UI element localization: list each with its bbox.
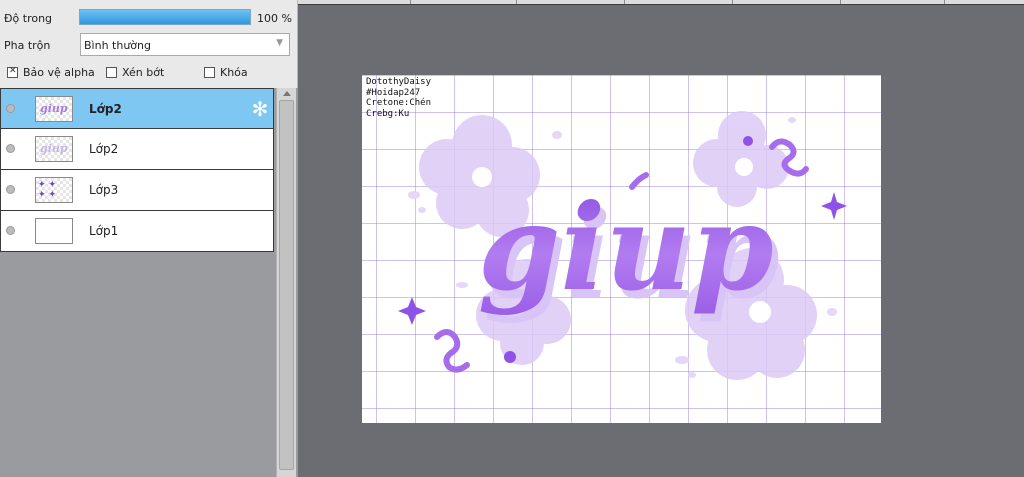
layer-row[interactable]: giup Lớp2 ✻ <box>0 88 274 129</box>
layer-thumbnail: ✦✦ ✦✦ <box>35 177 73 203</box>
eye-dot-icon[interactable] <box>6 104 15 113</box>
layer-scrollbar[interactable] <box>276 88 296 477</box>
drawing-canvas[interactable]: giup giup DotothyDaisy #Hoidap247 Creton… <box>362 75 881 423</box>
lock-label: Khóa <box>220 66 248 79</box>
scroll-up-icon[interactable] <box>283 91 291 96</box>
clipping-checkbox[interactable]: Xén bớt <box>106 66 164 79</box>
layer-thumbnail <box>35 218 73 244</box>
layer-row[interactable]: giup Lớp2 <box>0 129 274 170</box>
layer-name: Lớp1 <box>89 224 119 238</box>
layer-name: Lớp3 <box>89 183 119 197</box>
opacity-slider[interactable] <box>79 9 251 25</box>
artwork-lettering: giup <box>478 178 774 317</box>
protect-alpha-checkbox[interactable]: Bảo vệ alpha <box>7 66 95 79</box>
scroll-thumb[interactable] <box>279 100 294 470</box>
blend-mode-label: Pha trộn <box>4 39 51 52</box>
layer-list: giup Lớp2 ✻ giup Lớp2 ✦✦ ✦✦ Lớp3 Lớp1 <box>0 88 274 252</box>
artwork: giup giup <box>398 111 847 380</box>
credit-text: DotothyDaisy #Hoidap247 Cretone:Chén Cre… <box>366 77 431 119</box>
credit-line: Cretone:Chén <box>366 98 432 108</box>
lock-checkbox[interactable]: Khóa <box>204 66 248 79</box>
layer-name: Lớp2 <box>89 142 119 156</box>
layer-thumbnail: giup <box>35 96 73 122</box>
sparkle-icon: ✦✦ ✦✦ <box>38 180 60 200</box>
protect-alpha-label: Bảo vệ alpha <box>23 66 95 79</box>
gear-icon[interactable]: ✻ <box>249 98 271 120</box>
credit-line: Crebg:Ku <box>366 108 410 119</box>
layer-panel: Độ trong 100 % Pha trộn Bình thường ▼ Bả… <box>0 0 298 477</box>
eye-dot-icon[interactable] <box>6 144 15 153</box>
credit-line: #Hoidap247 <box>366 87 421 98</box>
thumbnail-art: giup <box>40 142 68 155</box>
eye-dot-icon[interactable] <box>6 226 15 235</box>
layer-row[interactable]: ✦✦ ✦✦ Lớp3 <box>0 170 274 211</box>
checkbox-box <box>7 66 18 78</box>
layer-row[interactable]: Lớp1 <box>0 211 274 252</box>
chevron-down-icon: ▼ <box>276 38 283 48</box>
checkbox-box <box>106 67 117 78</box>
checkbox-box <box>204 67 215 78</box>
blend-mode-select[interactable]: Bình thường ▼ <box>80 33 290 56</box>
credit-line: DotothyDaisy <box>366 77 432 87</box>
thumbnail-art: giup <box>40 102 68 115</box>
blend-mode-value: Bình thường <box>84 39 151 52</box>
layer-properties: Độ trong 100 % Pha trộn Bình thường ▼ Bả… <box>0 0 298 88</box>
eye-dot-icon[interactable] <box>6 185 15 194</box>
opacity-label: Độ trong <box>4 12 53 25</box>
opacity-value: 100 % <box>257 12 292 25</box>
divider <box>298 4 1024 5</box>
clipping-label: Xén bớt <box>122 66 165 79</box>
layer-thumbnail: giup <box>35 136 73 162</box>
layer-name: Lớp2 <box>89 102 122 116</box>
